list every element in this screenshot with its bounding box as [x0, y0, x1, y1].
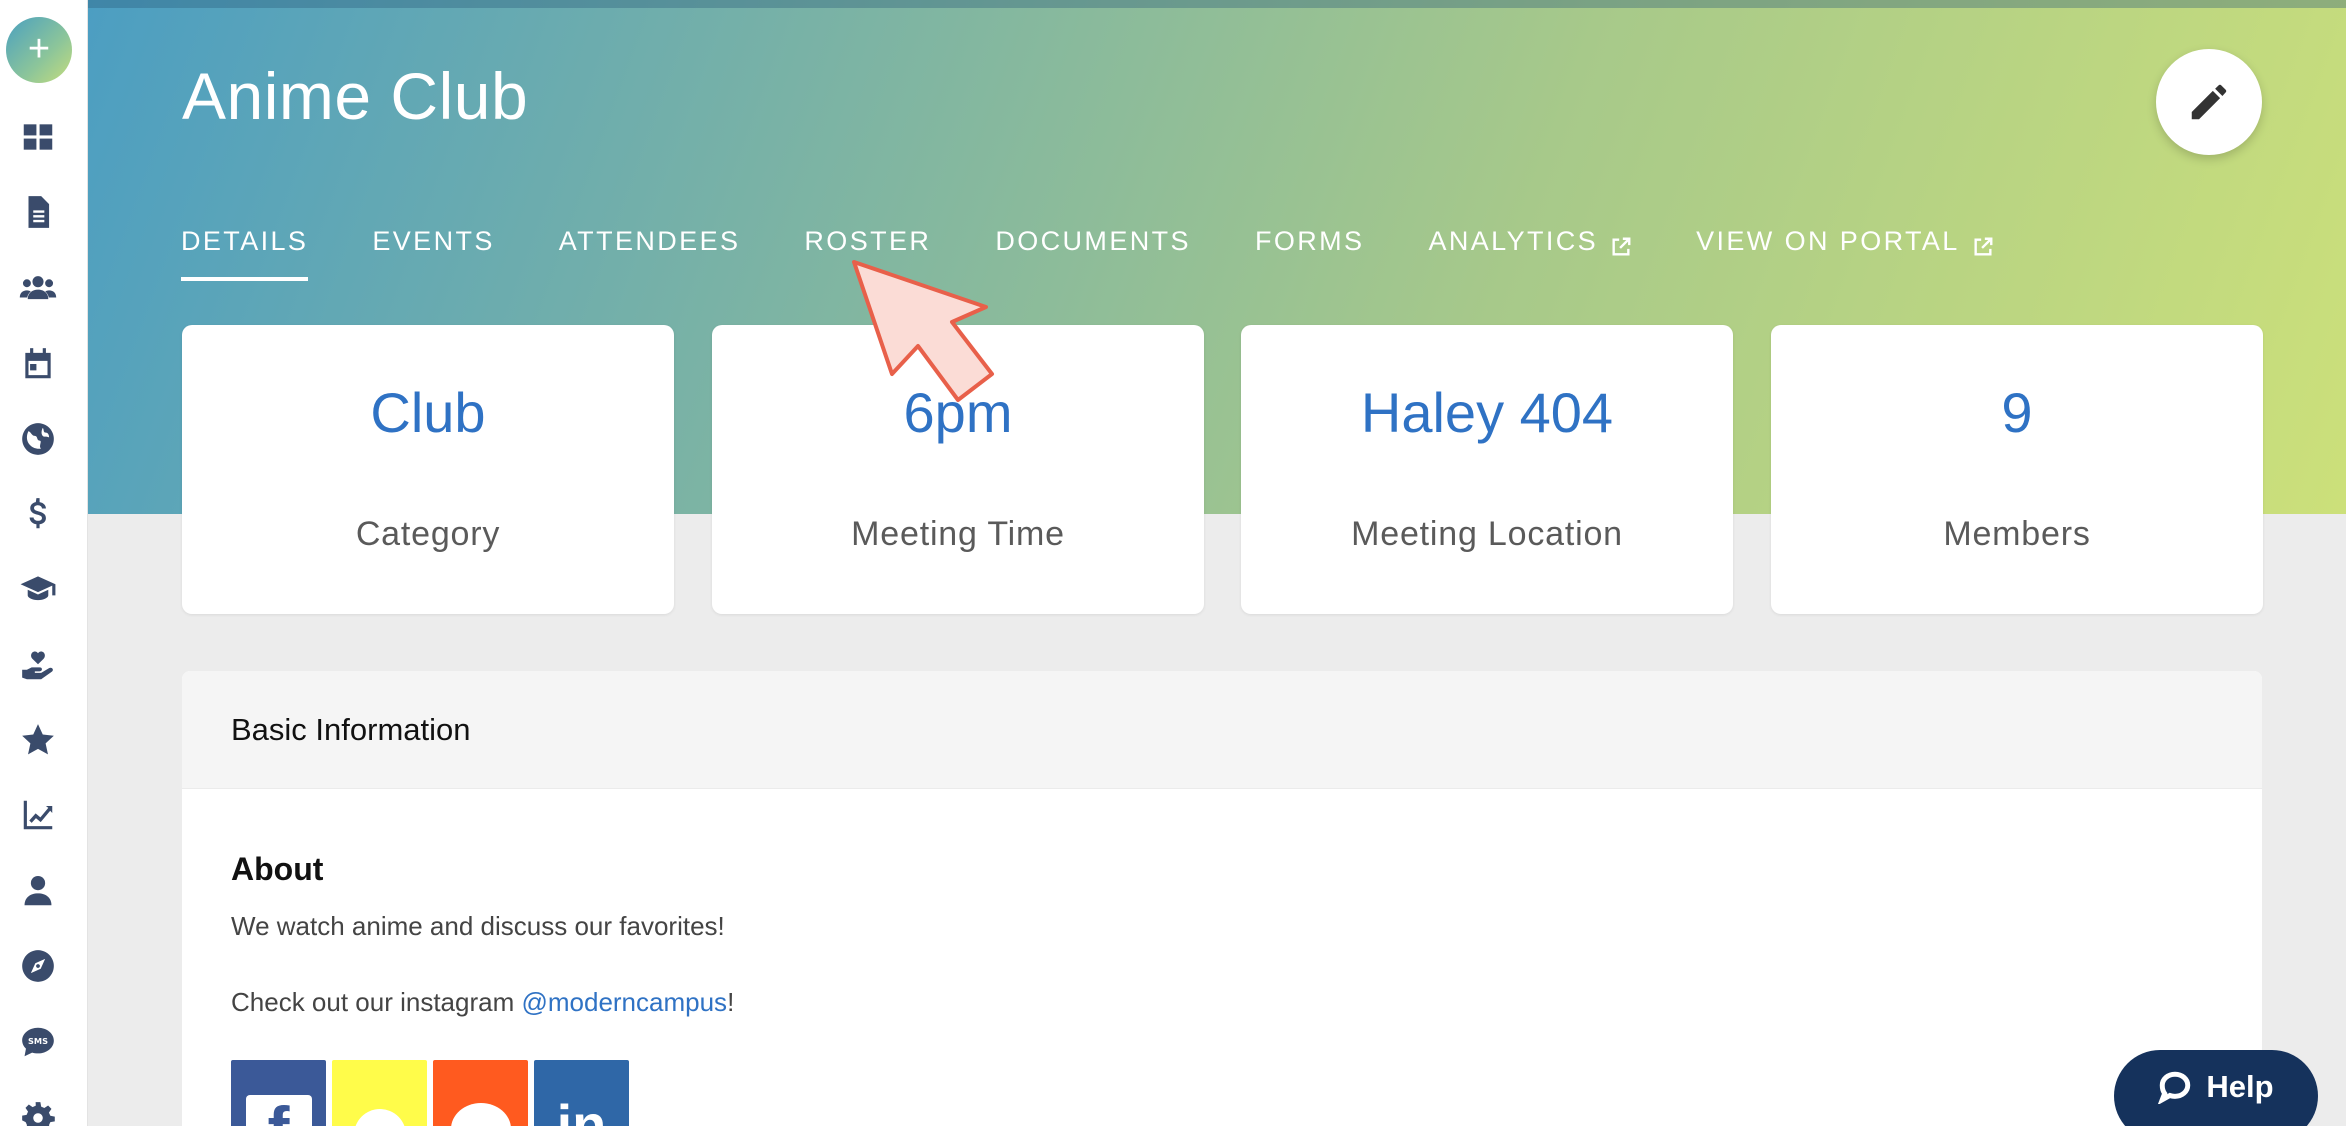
snapchat-icon[interactable]	[332, 1060, 427, 1126]
stat-label: Meeting Location	[1351, 515, 1623, 553]
svg-text:SMS: SMS	[28, 1036, 48, 1046]
dollar-icon[interactable]	[16, 492, 60, 536]
tab-label: DOCUMENTS	[995, 226, 1191, 256]
users-icon[interactable]	[16, 266, 60, 310]
tab-analytics[interactable]: ANALYTICS	[1428, 222, 1632, 282]
tab-label: FORMS	[1254, 226, 1365, 256]
page-title: Anime Club	[182, 59, 529, 133]
add-button[interactable]: +	[6, 17, 72, 83]
external-link-icon	[1972, 230, 1994, 256]
facebook-icon[interactable]: f	[231, 1060, 326, 1126]
linkedin-icon[interactable]: in	[534, 1060, 629, 1126]
edit-button[interactable]	[2156, 49, 2262, 155]
tab-label: EVENTS	[372, 226, 495, 256]
calendar-icon[interactable]	[16, 342, 60, 386]
stat-value: Haley 404	[1360, 381, 1614, 444]
help-button[interactable]: Help	[2114, 1050, 2318, 1126]
tab-events[interactable]: EVENTS	[372, 222, 494, 282]
tab-label: ANALYTICS	[1428, 226, 1599, 256]
stat-card-meeting-location: Haley 404 Meeting Location	[1241, 325, 1733, 614]
stat-label: Category	[355, 515, 501, 553]
stat-label: Members	[1943, 515, 2091, 553]
help-label: Help	[2206, 1069, 2274, 1104]
basic-information-panel: Basic Information About We watch anime a…	[182, 671, 2262, 1126]
chat-bubble-icon	[2158, 1071, 2191, 1104]
tab-forms[interactable]: FORMS	[1255, 222, 1365, 282]
tab-view-on-portal[interactable]: VIEW ON PORTAL	[1696, 222, 1994, 282]
sms-icon[interactable]: SMS	[16, 1020, 60, 1064]
external-link-icon	[1610, 230, 1632, 256]
tab-label: DETAILS	[181, 226, 309, 256]
hand-heart-icon[interactable]	[16, 643, 60, 687]
chart-line-icon[interactable]	[16, 793, 60, 837]
tab-label: VIEW ON PORTAL	[1696, 226, 1960, 256]
star-icon[interactable]	[16, 718, 60, 762]
tab-roster[interactable]: ROSTER	[804, 222, 931, 282]
instagram-text: Check out our instagram @moderncampus!	[231, 987, 734, 1018]
tab-label: ROSTER	[804, 226, 932, 256]
sidebar: + SMS	[0, 0, 88, 1126]
dashboard-icon[interactable]	[16, 115, 60, 159]
stat-card-members: 9 Members	[1771, 325, 2263, 614]
compass-icon[interactable]	[16, 944, 60, 988]
banner-top-border	[88, 0, 2346, 8]
instagram-prefix: Check out our instagram	[231, 987, 522, 1017]
stat-card-meeting-time: 6pm Meeting Time	[712, 325, 1204, 614]
stat-value: 6pm	[903, 381, 1013, 444]
instagram-link[interactable]: @moderncampus	[521, 987, 727, 1017]
about-heading: About	[231, 851, 324, 887]
stat-value: 9	[2001, 381, 2033, 444]
tab-label: ATTENDEES	[558, 226, 741, 256]
tab-attendees[interactable]: ATTENDEES	[559, 222, 741, 282]
stat-value: Club	[370, 381, 486, 444]
document-icon[interactable]	[16, 190, 60, 234]
tab-documents[interactable]: DOCUMENTS	[995, 222, 1191, 282]
tab-bar: DETAILS EVENTS ATTENDEES ROSTER DOCUMENT…	[181, 222, 2058, 282]
about-text: We watch anime and discuss our favorites…	[231, 911, 725, 941]
panel-header: Basic Information	[182, 671, 2262, 789]
stat-label: Meeting Time	[851, 515, 1065, 553]
graduation-cap-icon[interactable]	[16, 567, 60, 611]
instagram-suffix: !	[727, 987, 735, 1017]
user-icon[interactable]	[16, 869, 60, 913]
globe-icon[interactable]	[16, 417, 60, 461]
stat-card-category: Club Category	[182, 325, 674, 614]
reddit-icon[interactable]	[433, 1060, 528, 1126]
tab-details[interactable]: DETAILS	[181, 222, 309, 282]
gear-icon[interactable]	[16, 1096, 60, 1126]
pencil-icon	[2191, 84, 2227, 120]
